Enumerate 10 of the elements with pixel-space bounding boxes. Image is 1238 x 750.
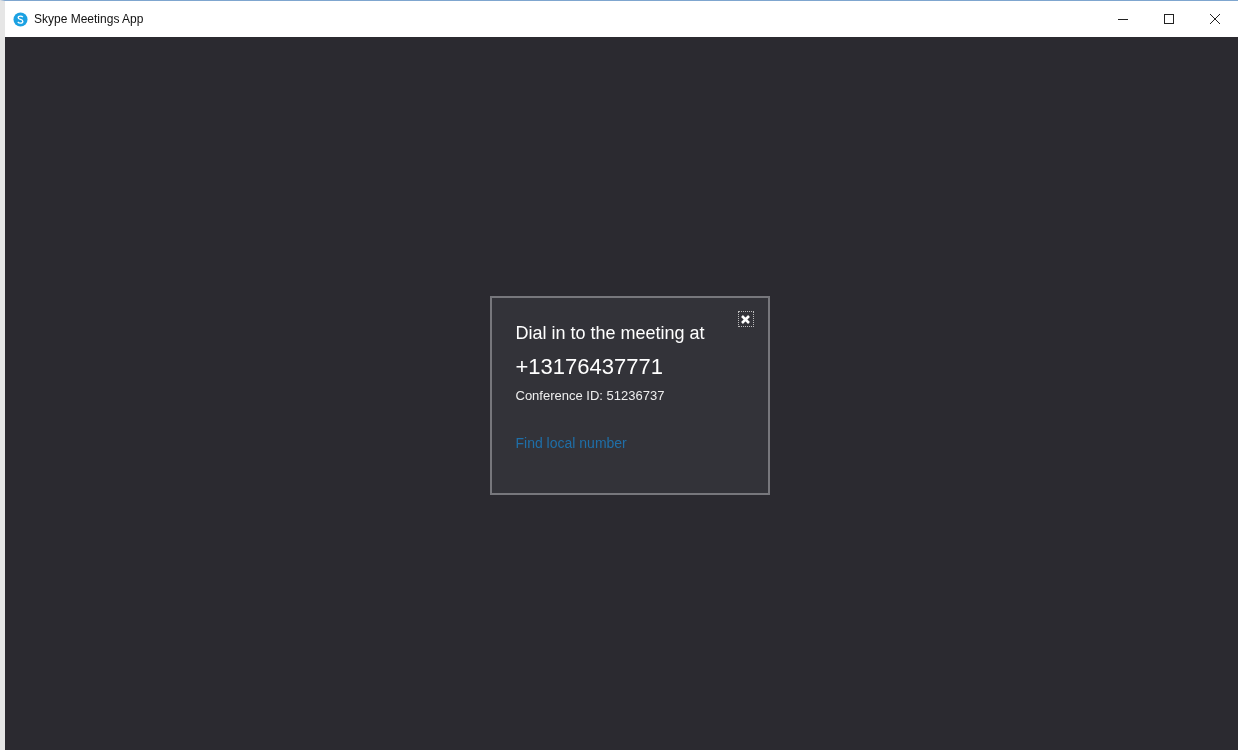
phone-number: +13176437771 xyxy=(515,354,664,380)
skype-logo-icon xyxy=(13,11,28,27)
dialog-heading: Dial in to the meeting at xyxy=(515,323,706,344)
conference-id: Conference ID: 51236737 xyxy=(515,388,666,403)
close-button[interactable] xyxy=(737,311,754,327)
window-title: Skype Meetings App xyxy=(34,12,144,26)
close-icon xyxy=(1210,14,1220,24)
find-local-number-link[interactable]: Find local number xyxy=(515,435,627,451)
maximize-icon xyxy=(1164,14,1174,24)
close-icon xyxy=(740,313,751,325)
